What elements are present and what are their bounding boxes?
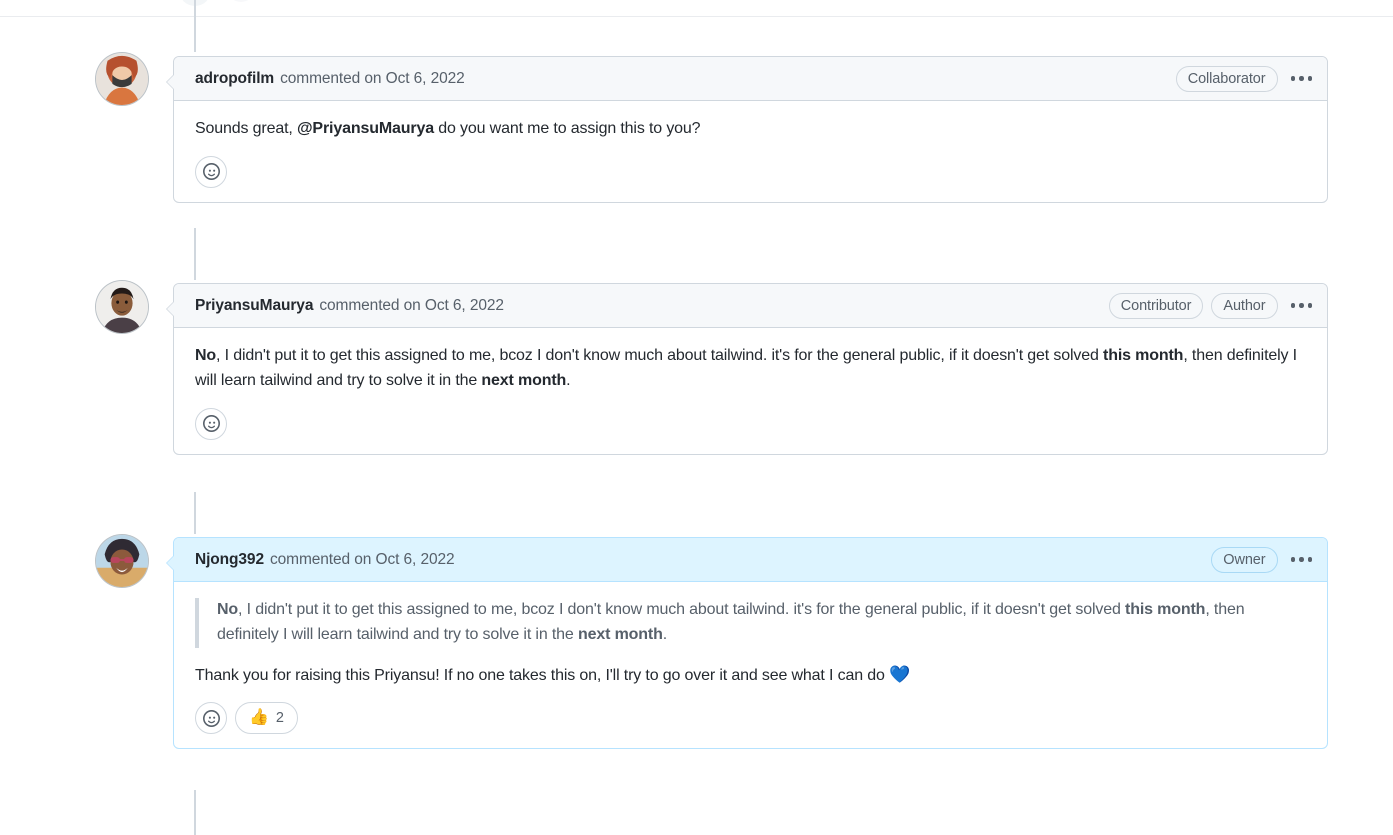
comment-header-actions: Contributor Author <box>1108 292 1316 319</box>
comment-timestamp: commented on Oct 6, 2022 <box>269 550 455 568</box>
text-run: , I didn't put it to get this assigned t… <box>216 347 1104 364</box>
comment-header: adropofilm commented on Oct 6, 2022 Coll… <box>174 57 1327 101</box>
text-run-bold: No <box>217 601 239 618</box>
comment-box: adropofilm commented on Oct 6, 2022 Coll… <box>166 56 1328 203</box>
text-run: do you want me to assign this to you? <box>433 120 701 137</box>
comment-body: No, I didn't put it to get this assigned… <box>174 582 1327 688</box>
comment-paragraph: Sounds great, @PriyansuMaurya do you wan… <box>195 117 1306 142</box>
comment-paragraph: Thank you for raising this Priyansu! If … <box>195 662 1306 689</box>
comment-paragraph: No, I didn't put it to get this assigned… <box>195 344 1306 394</box>
timeline-rail <box>194 228 196 280</box>
thumbs-up-icon: 👍 <box>249 709 269 727</box>
text-run-bold: No <box>195 347 217 364</box>
comment-header-actions: Collaborator <box>1175 65 1316 92</box>
text-run-bold: this month <box>1125 601 1206 618</box>
status-badge-author: Author <box>1211 292 1278 319</box>
comment-reactions <box>174 394 1327 454</box>
text-run: , I didn't put it to get this assigned t… <box>238 601 1126 618</box>
timeline-event-icon <box>227 0 255 2</box>
text-run: Sounds great, <box>195 120 297 137</box>
status-badge-owner: Owner <box>1211 546 1278 573</box>
reaction-thumbs-up[interactable]: 👍 2 <box>235 702 298 735</box>
status-badge-collaborator: Collaborator <box>1175 65 1278 92</box>
blockquote-paragraph: No, I didn't put it to get this assigned… <box>217 598 1306 648</box>
comment-blockquote: No, I didn't put it to get this assigned… <box>195 598 1306 648</box>
timeline-divider <box>0 16 1393 17</box>
text-run: . <box>662 625 667 643</box>
comment-box: Njong392 commented on Oct 6, 2022 Owner … <box>166 537 1328 750</box>
avatar-adropofilm[interactable] <box>95 52 149 106</box>
add-reaction-smiley-icon[interactable] <box>195 702 227 735</box>
issue-comment-thread: adropofilm commented on Oct 6, 2022 Coll… <box>0 0 1393 835</box>
user-mention[interactable]: @PriyansuMaurya <box>297 120 434 137</box>
comment-actions-menu[interactable] <box>1288 299 1316 312</box>
comment-header-actions: Owner <box>1211 546 1316 573</box>
timeline-rail <box>194 0 196 52</box>
comment-author[interactable]: Njong392 <box>195 551 264 569</box>
add-reaction-smiley-icon[interactable] <box>195 407 227 440</box>
comment-timestamp: commented on Oct 6, 2022 <box>319 296 504 314</box>
comment-author[interactable]: adropofilm <box>195 70 274 88</box>
comment-body: No, I didn't put it to get this assigned… <box>174 328 1327 394</box>
status-badge-contributor: Contributor <box>1108 292 1204 319</box>
text-run: . <box>566 371 571 389</box>
text-run-bold: next month <box>577 625 663 643</box>
comment-reactions: 👍 2 <box>174 688 1327 748</box>
comment-actions-menu[interactable] <box>1288 72 1316 85</box>
timeline-rail <box>194 492 196 534</box>
text-run: Thank you for raising this Priyansu! If … <box>195 666 890 684</box>
comment-header: Njong392 commented on Oct 6, 2022 Owner <box>174 538 1327 582</box>
comment-timestamp: commented on Oct 6, 2022 <box>280 69 465 87</box>
avatar-njong392[interactable] <box>95 534 149 588</box>
avatar-priyansumaurya[interactable] <box>95 280 149 334</box>
timeline-rail <box>194 790 196 835</box>
text-run-bold: this month <box>1103 347 1184 364</box>
add-reaction-smiley-icon[interactable] <box>195 155 227 188</box>
comment-box: PriyansuMaurya commented on Oct 6, 2022 … <box>166 283 1328 455</box>
comment-body: Sounds great, @PriyansuMaurya do you wan… <box>174 101 1327 142</box>
comment-actions-menu[interactable] <box>1288 553 1316 566</box>
blue-heart-icon: 💙 <box>889 664 911 684</box>
comment-reactions <box>174 142 1327 202</box>
comment-author[interactable]: PriyansuMaurya <box>195 297 313 315</box>
comment-header: PriyansuMaurya commented on Oct 6, 2022 … <box>174 284 1327 328</box>
reaction-count: 2 <box>275 710 284 727</box>
text-run-bold: next month <box>481 371 567 389</box>
